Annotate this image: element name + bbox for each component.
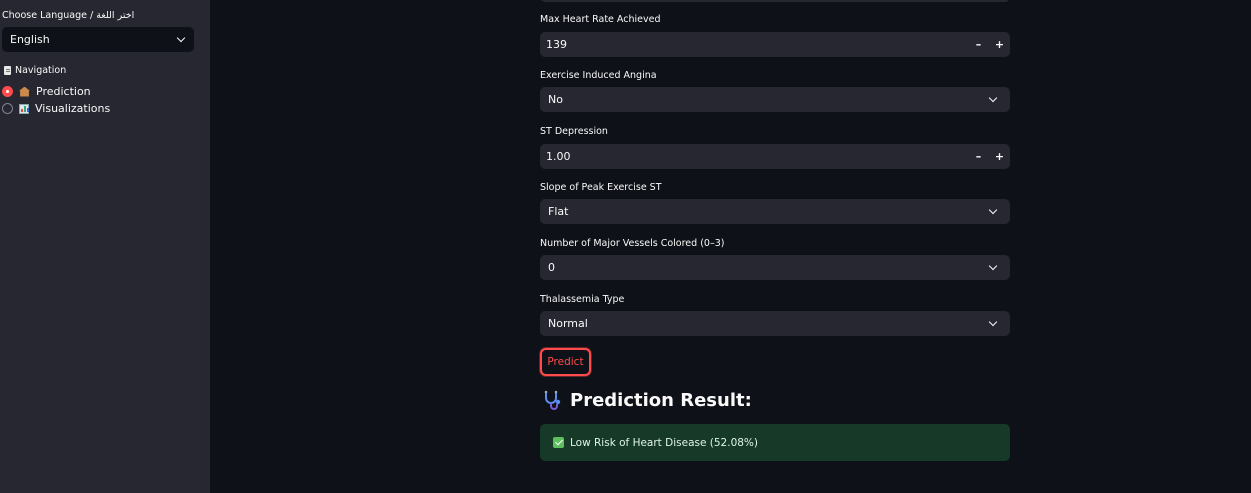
max-heart-rate-label: Max Heart Rate Achieved bbox=[540, 14, 661, 25]
navigation-title-label: Navigation bbox=[15, 65, 67, 76]
stethoscope-icon bbox=[544, 390, 561, 410]
result-message: Low Risk of Heart Disease (52.08%) bbox=[570, 436, 759, 449]
document-icon bbox=[4, 66, 11, 75]
radio-visualizations[interactable] bbox=[2, 103, 13, 114]
decrement-button[interactable]: – bbox=[968, 144, 989, 169]
check-mark-icon bbox=[553, 437, 564, 448]
slope-label: Slope of Peak Exercise ST bbox=[540, 182, 662, 193]
vessels-select[interactable]: 0 bbox=[540, 255, 1010, 280]
max-heart-rate-stepper: – + bbox=[968, 32, 1010, 57]
chevron-down-icon bbox=[988, 205, 998, 215]
navigation-title: Navigation bbox=[4, 65, 66, 76]
house-icon bbox=[19, 86, 30, 97]
chevron-down-icon bbox=[988, 317, 998, 327]
language-label: Choose Language / اختر اللغة bbox=[2, 10, 135, 21]
decrement-button[interactable]: – bbox=[968, 32, 989, 57]
thalassemia-value: Normal bbox=[548, 317, 588, 330]
max-heart-rate-input[interactable]: 139 – + bbox=[540, 32, 1010, 57]
sidebar: Choose Language / اختر اللغة English Nav… bbox=[0, 0, 210, 493]
thalassemia-select[interactable]: Normal bbox=[540, 311, 1010, 336]
nav-item-label: Visualizations bbox=[35, 102, 111, 115]
chevron-down-icon bbox=[988, 261, 998, 271]
increment-button[interactable]: + bbox=[989, 32, 1010, 57]
chevron-down-icon bbox=[176, 33, 186, 43]
nav-item-label: Prediction bbox=[36, 85, 91, 98]
predict-button[interactable]: Predict bbox=[540, 348, 591, 376]
st-depression-stepper: – + bbox=[968, 144, 1010, 169]
result-success-alert: Low Risk of Heart Disease (52.08%) bbox=[540, 424, 1010, 461]
slope-select[interactable]: Flat bbox=[540, 199, 1010, 224]
slope-value: Flat bbox=[548, 205, 569, 218]
st-depression-input[interactable]: 1.00 – + bbox=[540, 144, 1010, 169]
exercise-angina-label: Exercise Induced Angina bbox=[540, 70, 657, 81]
st-depression-label: ST Depression bbox=[540, 126, 608, 137]
max-heart-rate-value: 139 bbox=[546, 38, 567, 51]
result-title: Prediction Result: bbox=[570, 389, 752, 411]
increment-button[interactable]: + bbox=[989, 144, 1010, 169]
previous-field-input[interactable] bbox=[540, 0, 1010, 2]
exercise-angina-select[interactable]: No bbox=[540, 87, 1010, 112]
radio-prediction[interactable] bbox=[2, 86, 13, 97]
result-heading: Prediction Result: bbox=[542, 389, 752, 411]
st-depression-value: 1.00 bbox=[546, 150, 571, 163]
nav-item-prediction[interactable]: Prediction bbox=[2, 85, 91, 98]
chevron-down-icon bbox=[988, 93, 998, 103]
vessels-value: 0 bbox=[548, 261, 555, 274]
bar-chart-icon bbox=[19, 103, 29, 114]
exercise-angina-value: No bbox=[548, 93, 563, 106]
nav-item-visualizations[interactable]: Visualizations bbox=[2, 102, 110, 115]
language-select[interactable]: English bbox=[2, 27, 194, 52]
thalassemia-label: Thalassemia Type bbox=[540, 294, 625, 305]
language-selected-value: English bbox=[10, 33, 50, 46]
vessels-label: Number of Major Vessels Colored (0–3) bbox=[540, 238, 725, 249]
